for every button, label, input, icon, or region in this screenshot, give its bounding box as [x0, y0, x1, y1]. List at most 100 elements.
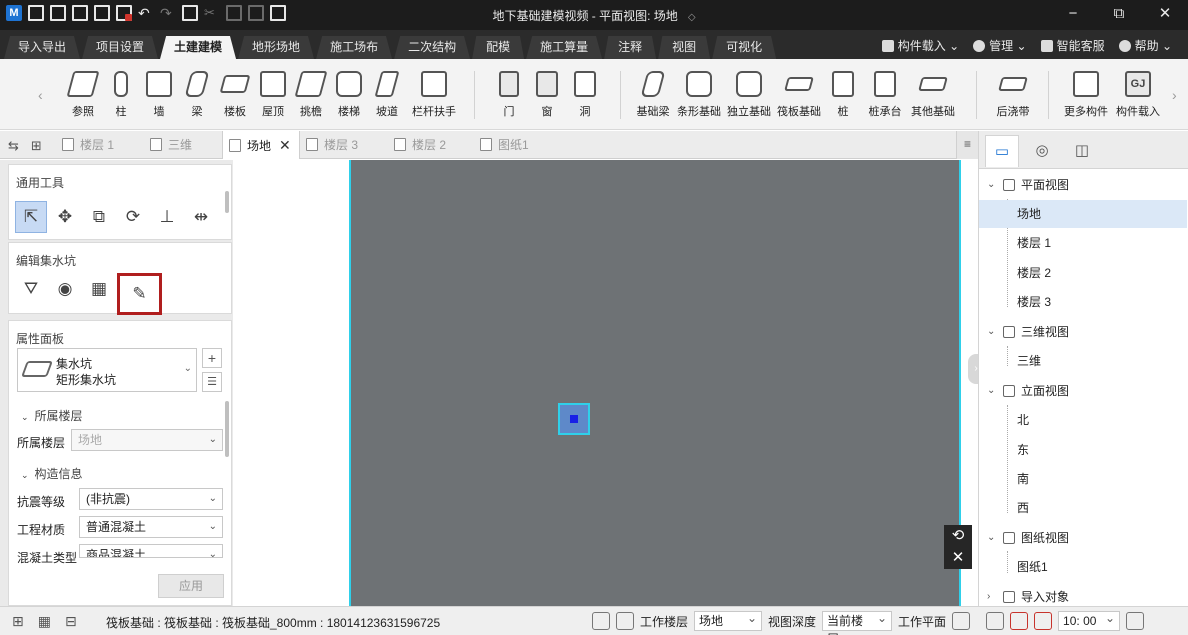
- tree-node-elevation-views[interactable]: ⌄ 立面视图: [979, 377, 1187, 405]
- zoom-fit-icon[interactable]: [592, 612, 610, 630]
- floor-section-header[interactable]: ⌄ 所属楼层: [21, 407, 83, 424]
- construct-section-header[interactable]: ⌄ 构造信息: [21, 465, 83, 482]
- component-load-button[interactable]: GJ 构件载入: [1112, 71, 1164, 119]
- palette-icon[interactable]: ◉: [49, 273, 81, 305]
- wall-button[interactable]: 墙: [140, 71, 178, 119]
- tab-formwork[interactable]: 配模: [472, 36, 525, 59]
- tree-node-plan-views[interactable]: ⌄ 平面视图: [979, 171, 1187, 199]
- apply-button[interactable]: 应用: [158, 574, 224, 598]
- component-load-menu[interactable]: 构件载入 ⌄: [881, 37, 959, 54]
- tree-item-floor-2[interactable]: 楼层 2: [979, 259, 1187, 287]
- add-type-button[interactable]: +: [202, 348, 222, 368]
- tab-annotation[interactable]: 注释: [604, 36, 657, 59]
- visibility-tab-icon[interactable]: ◎: [1025, 135, 1059, 167]
- eave-button[interactable]: 挑檐: [292, 71, 330, 119]
- save-view-icon[interactable]: [616, 612, 634, 630]
- ramp-button[interactable]: 坡道: [368, 71, 406, 119]
- copy-tool-icon[interactable]: ⧉: [83, 201, 115, 233]
- tree-item-drawing-1[interactable]: 图纸1: [979, 553, 1187, 581]
- properties-scrollbar[interactable]: [225, 401, 229, 457]
- tab-list-menu-icon[interactable]: ≡: [956, 131, 978, 159]
- tab-view[interactable]: 视图: [658, 36, 711, 59]
- doc-tab-floor-1[interactable]: 楼层 1: [62, 131, 144, 159]
- title-dropdown-icon[interactable]: ◇: [688, 12, 696, 23]
- seismic-grade-select[interactable]: (非抗震) ⌄: [79, 488, 223, 510]
- tab-grid-icon[interactable]: ⊞: [31, 138, 42, 154]
- more-components-button[interactable]: 更多构件: [1060, 71, 1112, 119]
- selected-sump-pit[interactable]: [558, 403, 590, 435]
- material-select[interactable]: 普通混凝土 ⌄: [79, 516, 223, 538]
- pile-cap-button[interactable]: 桩承台: [862, 71, 908, 119]
- strip-foundation-button[interactable]: 条形基础: [674, 71, 724, 119]
- split-tool-icon[interactable]: ⇹: [185, 201, 217, 233]
- sheet-tab-icon[interactable]: ◫: [1065, 135, 1099, 167]
- pile-button[interactable]: 桩: [824, 71, 862, 119]
- restore-button[interactable]: ⧉: [1096, 0, 1142, 30]
- tab-terrain-site[interactable]: 地形场地: [238, 36, 315, 59]
- tree-item-east[interactable]: 东: [979, 436, 1187, 464]
- doc-tab-3d[interactable]: 三维: [150, 131, 222, 159]
- close-view-tools-icon[interactable]: ✕: [944, 547, 972, 569]
- slab-button[interactable]: 楼板: [216, 71, 254, 119]
- roof-button[interactable]: 屋顶: [254, 71, 292, 119]
- time-select[interactable]: 10: 00: [1058, 609, 1121, 631]
- reference-button[interactable]: 参照: [64, 71, 102, 119]
- component-type-select[interactable]: 集水坑 矩形集水坑 ⌄: [17, 348, 197, 392]
- foundation-beam-button[interactable]: 基础梁: [632, 71, 674, 119]
- work-floor-select[interactable]: 场地: [694, 609, 763, 631]
- view-depth-select[interactable]: 当前楼层: [822, 609, 893, 635]
- post-pour-strip-button[interactable]: 后浇带: [990, 71, 1036, 119]
- tree-item-west[interactable]: 西: [979, 494, 1187, 522]
- cube-view-icon[interactable]: [1126, 612, 1145, 630]
- mirror-tool-icon[interactable]: ⊥: [151, 201, 183, 233]
- tab-secondary-structure[interactable]: 二次结构: [394, 36, 471, 59]
- render-icon[interactable]: [986, 612, 1005, 630]
- doc-tab-floor-2[interactable]: 楼层 2: [394, 131, 476, 159]
- filter-icon[interactable]: ⛛: [15, 273, 47, 305]
- select-tool-icon[interactable]: ⇱: [15, 201, 47, 233]
- tab-visualization[interactable]: 可视化: [712, 36, 777, 59]
- door-button[interactable]: 门: [490, 71, 528, 119]
- doc-tab-drawing-1[interactable]: 图纸1: [480, 131, 562, 159]
- raft-foundation-button[interactable]: 筏板基础: [774, 71, 824, 119]
- close-button[interactable]: ✕: [1142, 0, 1188, 30]
- structure-grid-icon[interactable]: ⊟: [65, 613, 77, 630]
- ribbon-scroll-right-icon[interactable]: ›: [1172, 87, 1177, 103]
- opening-button[interactable]: 洞: [566, 71, 604, 119]
- doc-tab-floor-3[interactable]: 楼层 3: [306, 131, 388, 159]
- search-error-icon[interactable]: [1034, 612, 1053, 630]
- beam-button[interactable]: 梁: [178, 71, 216, 119]
- help-menu[interactable]: 帮助 ⌄: [1118, 37, 1172, 54]
- tab-civil-modeling[interactable]: 土建建模: [160, 36, 237, 59]
- tab-switch-icon[interactable]: ⇆: [8, 138, 19, 154]
- tree-node-3d-views[interactable]: ⌄ 三维视图: [979, 318, 1187, 346]
- tab-project-settings[interactable]: 项目设置: [82, 36, 159, 59]
- fault-icon[interactable]: [1010, 612, 1029, 630]
- tree-item-south[interactable]: 南: [979, 465, 1187, 493]
- service-menu[interactable]: 智能客服: [1040, 37, 1105, 54]
- work-plane-icon[interactable]: [952, 612, 971, 630]
- view-browser-tab-icon[interactable]: ▭: [985, 135, 1019, 167]
- tree-item-3d[interactable]: 三维: [979, 347, 1187, 375]
- window-button[interactable]: 窗: [528, 71, 566, 119]
- other-foundation-button[interactable]: 其他基础: [908, 71, 958, 119]
- type-list-button[interactable]: ☰: [202, 372, 222, 392]
- drawing-canvas[interactable]: [349, 160, 961, 606]
- manage-menu[interactable]: 管理 ⌄: [973, 37, 1027, 54]
- tools-scrollbar[interactable]: [225, 191, 229, 213]
- column-button[interactable]: 柱: [102, 71, 140, 119]
- railing-button[interactable]: 栏杆扶手: [406, 71, 462, 119]
- snap-grid-icon[interactable]: ⊞: [12, 613, 24, 630]
- isolated-foundation-button[interactable]: 独立基础: [724, 71, 774, 119]
- tree-item-site[interactable]: 场地: [979, 200, 1187, 228]
- stairs-button[interactable]: 楼梯: [330, 71, 368, 119]
- tree-item-floor-3[interactable]: 楼层 3: [979, 288, 1187, 316]
- tab-site-layout[interactable]: 施工场布: [316, 36, 393, 59]
- tab-quantity[interactable]: 施工算量: [526, 36, 603, 59]
- tree-node-drawing-views[interactable]: ⌄ 图纸视图: [979, 524, 1187, 552]
- grid-select-icon[interactable]: ▦: [83, 273, 115, 305]
- tree-item-floor-1[interactable]: 楼层 1: [979, 229, 1187, 257]
- concrete-type-select[interactable]: 商品混凝土 ⌄: [79, 544, 223, 558]
- rotate-tool-icon[interactable]: ⟳: [117, 201, 149, 233]
- doc-tab-site[interactable]: 场地 ✕: [222, 131, 300, 159]
